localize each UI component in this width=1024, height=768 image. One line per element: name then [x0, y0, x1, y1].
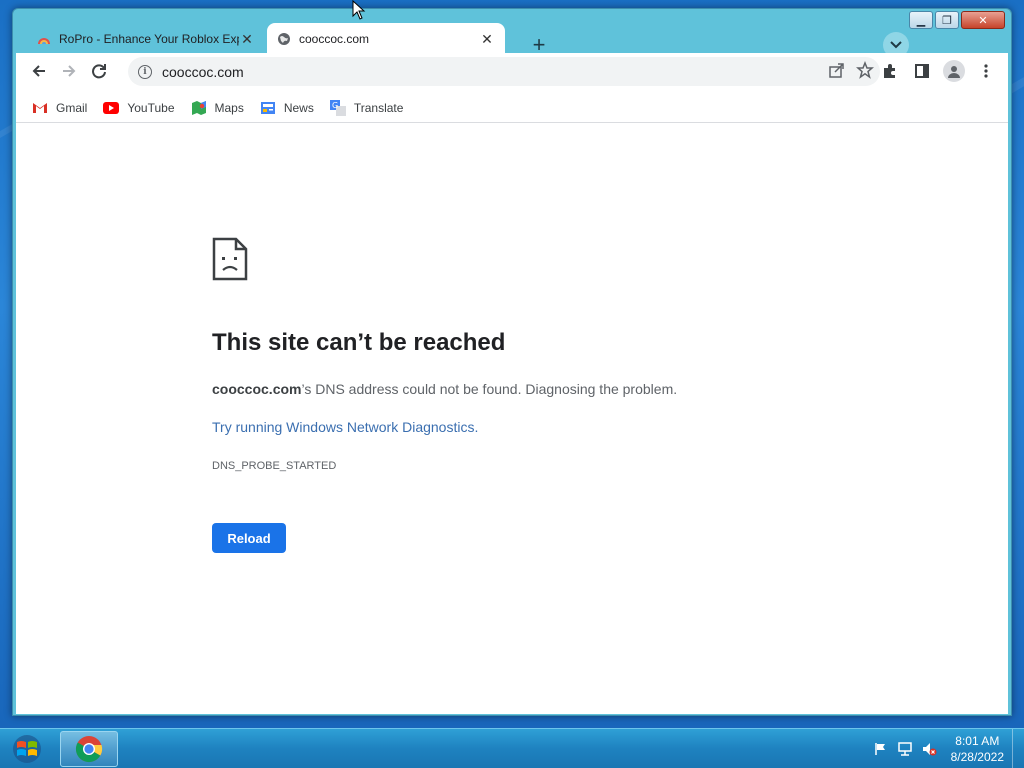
youtube-icon	[103, 101, 120, 115]
more-vert-icon	[984, 64, 988, 78]
taskbar-chrome-button[interactable]	[60, 731, 118, 767]
puzzle-icon	[884, 64, 895, 78]
clock[interactable]: 8:01 AM 8/28/2022	[951, 733, 1004, 765]
person-icon	[948, 66, 960, 78]
error-description-text: ’s DNS address could not be found. Diagn…	[301, 381, 678, 397]
tab-title: cooccoc.com	[299, 32, 370, 46]
tab-close-icon[interactable]: ✕	[239, 31, 255, 48]
clock-date: 8/28/2022	[950, 750, 1004, 764]
svg-text:G: G	[332, 101, 338, 110]
bookmark-translate[interactable]: G Translate	[329, 99, 404, 116]
globe-icon	[278, 33, 290, 45]
reload-button[interactable]: Reload	[212, 523, 286, 553]
translate-icon: G	[329, 99, 346, 116]
toolbar-actions	[878, 57, 998, 85]
profile-button[interactable]	[942, 57, 966, 85]
share-icon[interactable]	[828, 61, 846, 79]
address-bar[interactable]: i cooccoc.com	[128, 57, 880, 86]
bookmark-youtube[interactable]: YouTube	[103, 100, 175, 115]
avatar	[943, 60, 965, 82]
bookmarks-bar: Gmail YouTube Maps News G Translate	[16, 93, 1008, 123]
back-button[interactable]	[24, 56, 54, 86]
error-code: DNS_PROBE_STARTED	[212, 460, 337, 472]
ropro-favicon-icon	[38, 38, 50, 44]
arrow-left-icon	[32, 65, 45, 77]
clock-time: 8:01 AM	[955, 734, 1000, 748]
network-icon[interactable]	[895, 739, 915, 759]
flag-icon[interactable]	[871, 739, 891, 759]
error-title: This site can’t be reached	[212, 329, 506, 356]
forward-button[interactable]	[54, 56, 84, 86]
page-content: This site can’t be reached cooccoc.com’s…	[16, 124, 1008, 714]
system-tray: 8:01 AM 8/28/2022	[871, 729, 1024, 768]
reload-toolbar-button[interactable]	[84, 56, 114, 86]
toolbar: i cooccoc.com	[16, 53, 1008, 89]
info-icon[interactable]: i	[138, 64, 152, 79]
bookmark-label: YouTube	[127, 100, 175, 115]
taskbar: 8:01 AM 8/28/2022	[0, 728, 1024, 768]
bookmark-maps[interactable]: Maps	[191, 100, 244, 115]
tab-title: RoPro - Enhance Your Roblox Experience	[59, 32, 239, 46]
menu-button[interactable]	[974, 57, 998, 85]
bookmark-star-icon[interactable]	[856, 61, 874, 79]
bookmark-label: Translate	[353, 100, 404, 115]
omnibox-actions	[828, 61, 874, 79]
chevron-down-icon	[890, 41, 902, 49]
extensions-button[interactable]	[878, 57, 902, 85]
bookmark-label: Maps	[214, 100, 244, 115]
bookmark-label: Gmail	[56, 100, 88, 115]
tab-cooccoc[interactable]: cooccoc.com ✕	[267, 23, 505, 55]
windows-logo-icon	[13, 735, 41, 763]
maps-icon	[191, 100, 207, 115]
side-panel-icon	[915, 64, 929, 78]
browser-window: ▁ ❐ ✕ RoPro - Enhance Your Roblox Experi…	[12, 8, 1012, 716]
network-diagnostics-link[interactable]: Try running Windows Network Diagnostics.	[212, 419, 478, 435]
tab-close-icon[interactable]: ✕	[479, 31, 495, 48]
bookmark-label: News	[283, 100, 314, 115]
address-text: cooccoc.com	[162, 63, 244, 80]
arrow-right-icon	[63, 65, 76, 77]
chrome-icon	[75, 736, 103, 763]
news-icon	[260, 101, 276, 115]
error-domain: cooccoc.com	[212, 381, 302, 397]
volume-muted-icon[interactable]	[919, 739, 939, 759]
mouse-cursor-icon	[352, 0, 366, 20]
tab-ropro[interactable]: RoPro - Enhance Your Roblox Experience ✕	[27, 23, 265, 55]
error-description: cooccoc.com’s DNS address could not be f…	[212, 381, 677, 397]
side-panel-button[interactable]	[910, 57, 934, 85]
bookmark-news[interactable]: News	[260, 101, 314, 115]
show-desktop-button[interactable]	[1012, 729, 1024, 768]
bookmark-gmail[interactable]: Gmail	[32, 101, 87, 115]
refresh-icon	[92, 64, 106, 79]
start-button[interactable]	[4, 731, 50, 767]
browser-client-area: i cooccoc.com Gmail YouTube Maps News G …	[16, 53, 1008, 714]
sad-document-icon	[212, 237, 248, 281]
gmail-icon	[32, 101, 48, 115]
tab-strip: RoPro - Enhance Your Roblox Experience ✕…	[27, 19, 1007, 58]
